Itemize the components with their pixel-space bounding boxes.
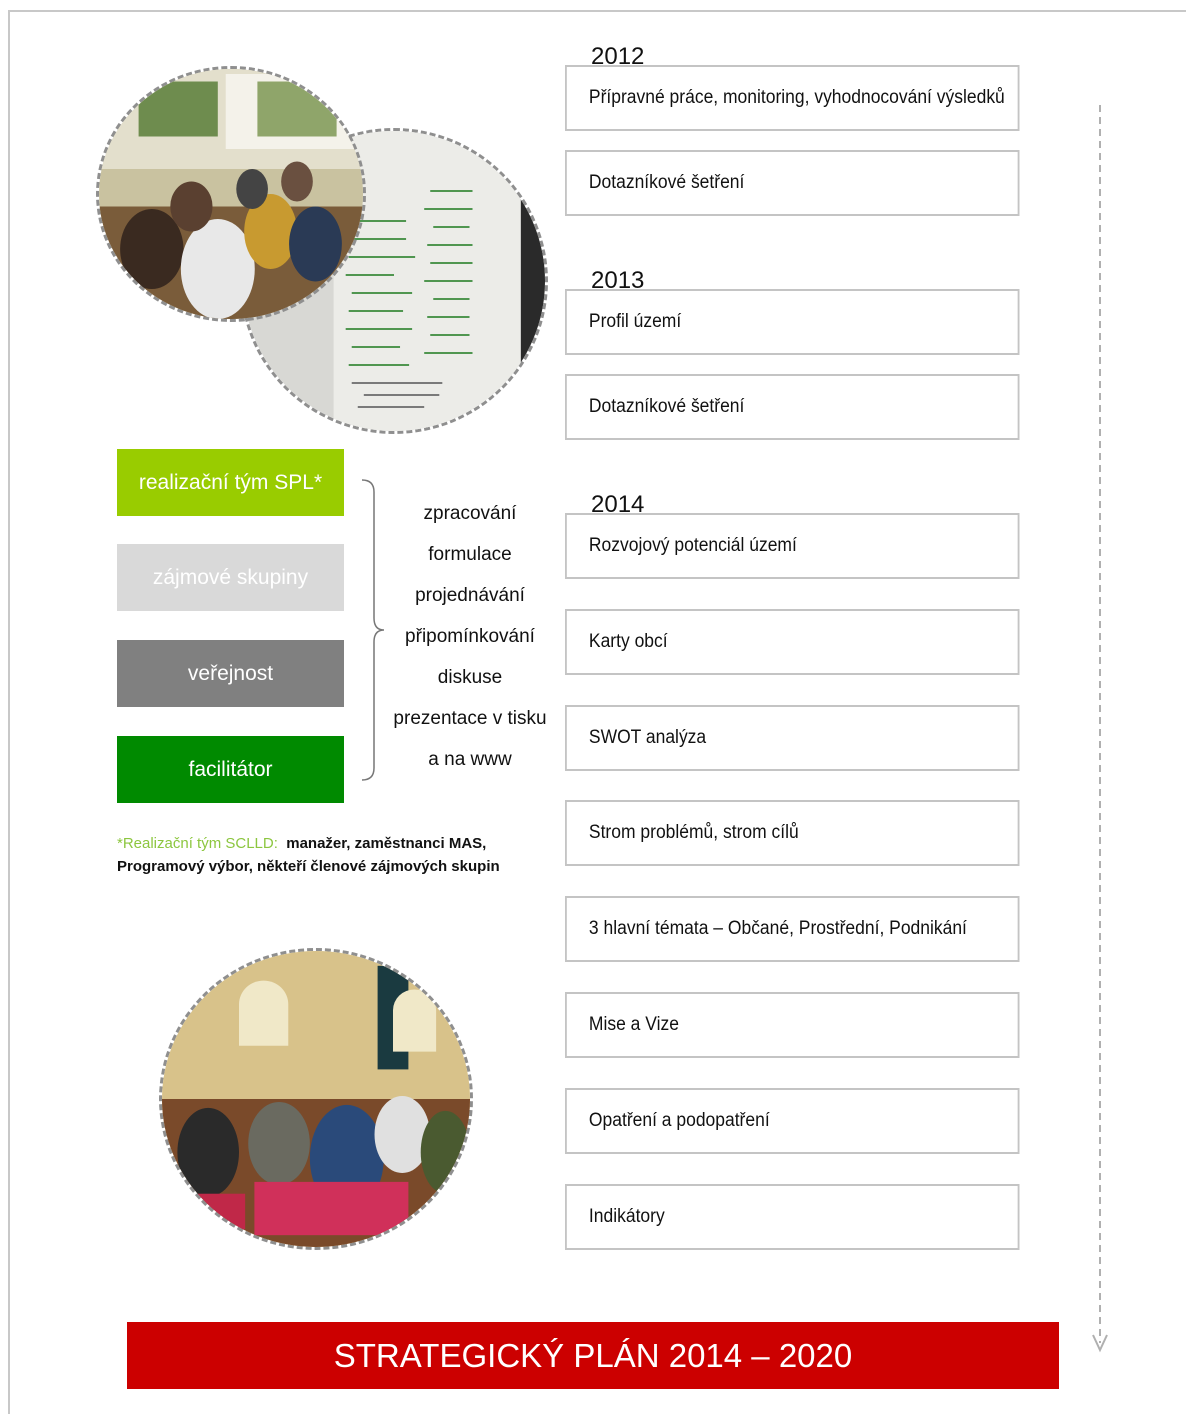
meeting-room-photo (96, 66, 366, 322)
activities-list: zpracování formulace projednávání připom… (380, 493, 560, 780)
timeline-step: Rozvojový potenciál území (565, 513, 1020, 579)
activity-item: zpracování (423, 503, 517, 524)
timeline-step: SWOT analýza (565, 705, 1020, 771)
activity-item: a na www (428, 749, 512, 770)
role-facilitator: facilitátor (117, 736, 344, 803)
timeline-step: Opatření a podopatření (565, 1088, 1020, 1154)
timeline-arrow-icon (1092, 105, 1108, 1353)
timeline-step: Dotazníkové šetření (565, 374, 1020, 440)
role-public: veřejnost (117, 640, 344, 707)
role-implementation-team: realizační tým SPL* (117, 449, 344, 516)
timeline-step: 3 hlavní témata – Občané, Prostřední, Po… (565, 896, 1020, 962)
timeline-step: Mise a Vize (565, 992, 1020, 1058)
timeline-step: Strom problémů, strom cílů (565, 800, 1020, 866)
timeline-step: Karty obcí (565, 609, 1020, 675)
discussion-photo (159, 948, 473, 1250)
activity-item: připomínkování (405, 626, 535, 647)
footnote-highlight: *Realizační tým SCLLD: (117, 835, 278, 852)
activity-item: prezentace v tisku (393, 708, 547, 729)
strategic-plan-banner: STRATEGICKÝ PLÁN 2014 – 2020 (127, 1322, 1059, 1389)
timeline-step: Přípravné práce, monitoring, vyhodnocová… (565, 65, 1020, 131)
activity-item: diskuse (437, 667, 503, 688)
role-interest-groups: zájmové skupiny (117, 544, 344, 611)
activity-item: projednávání (415, 585, 525, 606)
timeline-step: Dotazníkové šetření (565, 150, 1020, 216)
activity-item: formulace (428, 544, 512, 565)
timeline-step: Profil území (565, 289, 1020, 355)
team-footnote: *Realizační tým SCLLD: manažer, zaměstna… (117, 832, 537, 878)
timeline-step: Indikátory (565, 1184, 1020, 1250)
